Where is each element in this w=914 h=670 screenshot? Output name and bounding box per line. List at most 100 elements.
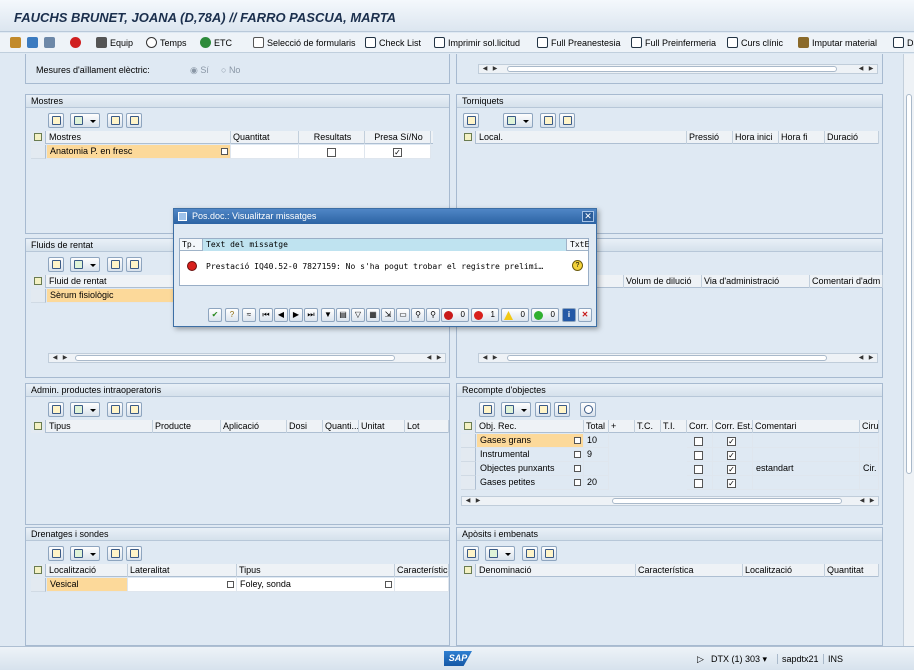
details-icon[interactable] — [463, 113, 479, 128]
main-vscroll[interactable] — [903, 54, 914, 646]
insert-row-icon[interactable] — [107, 546, 123, 561]
message-row[interactable]: Prestació IQ40.52-0 7827159: No s'ha pog… — [180, 259, 588, 273]
close-icon[interactable]: ✕ — [582, 211, 594, 222]
details-icon[interactable] — [48, 402, 64, 417]
stop-count-button[interactable]: 0 — [441, 308, 469, 322]
corr-checkbox[interactable] — [694, 437, 703, 446]
fluid-cell[interactable]: Sèrum fisiològic — [47, 289, 187, 303]
delete-row-icon[interactable] — [126, 113, 142, 128]
filter-icon[interactable]: ▼ — [321, 308, 335, 322]
etc-button[interactable]: ETC — [200, 35, 232, 51]
row-selector[interactable] — [461, 476, 476, 490]
corr-est-checkbox[interactable]: ✓ — [727, 451, 736, 460]
insert-row-icon[interactable] — [540, 113, 556, 128]
stop-icon[interactable] — [70, 35, 84, 51]
select-all-icon[interactable] — [461, 564, 476, 577]
value-help-icon[interactable] — [574, 465, 581, 472]
delete-row-icon[interactable] — [126, 402, 142, 417]
col-lot[interactable]: Lot — [405, 420, 449, 433]
filter-set-icon[interactable]: ▽ — [351, 308, 365, 322]
select-all-icon[interactable] — [31, 131, 46, 144]
comentari-cell[interactable]: estandart — [753, 462, 860, 476]
col-via[interactable]: Via d'administració — [702, 275, 810, 288]
check-icon[interactable]: ✔ — [208, 308, 222, 322]
total-cell[interactable]: 20 — [584, 476, 609, 490]
tipus-cell[interactable]: Foley, sonda — [237, 578, 395, 592]
col-comentari-adm[interactable]: Comentari d'adm — [810, 275, 883, 288]
technical-info-icon[interactable]: ≈ — [242, 308, 256, 322]
full-preinfermeria-button[interactable]: Full Preinfermeria — [631, 35, 716, 51]
delete-row-icon[interactable] — [541, 546, 557, 561]
col-quantitat[interactable]: Quanti... — [323, 420, 359, 433]
fluids-hscroll[interactable]: ◀ ▶ ◀ ▶ — [48, 353, 446, 363]
row-selector[interactable] — [31, 145, 46, 159]
insert-row-icon[interactable] — [522, 546, 538, 561]
col-tc[interactable]: T.C. — [635, 420, 661, 433]
details-icon[interactable] — [479, 402, 495, 417]
select-all-icon[interactable] — [461, 420, 476, 433]
col-caracteristica[interactable]: Característica — [395, 564, 449, 577]
imprimir-button[interactable]: Imprimir sol.licitud — [434, 35, 520, 51]
total-cell[interactable]: 9 — [584, 448, 609, 462]
system-info[interactable]: DTX (1) 303 ▾ — [711, 654, 767, 665]
caracteristica-cell[interactable] — [395, 578, 449, 592]
corr-est-checkbox[interactable]: ✓ — [727, 465, 736, 474]
col-text[interactable]: Text del missatge — [202, 239, 567, 251]
corr-est-checkbox[interactable]: ✓ — [727, 479, 736, 488]
delete-row-icon[interactable] — [559, 113, 575, 128]
col-ti[interactable]: T.I. — [661, 420, 687, 433]
corr-checkbox[interactable] — [694, 465, 703, 474]
radio-no[interactable]: ○ No — [221, 65, 240, 75]
obj-rec-cell[interactable]: Gases grans — [477, 434, 584, 448]
info-icon[interactable]: i — [562, 308, 576, 322]
input-mode[interactable]: INS — [823, 654, 843, 664]
first-page-icon[interactable]: ⏮ — [259, 308, 273, 322]
insert-row-icon[interactable] — [107, 113, 123, 128]
equip-button[interactable]: Equip — [96, 35, 133, 51]
col-unitat[interactable]: Unitat — [359, 420, 405, 433]
insert-row-icon[interactable] — [107, 402, 123, 417]
value-help-icon[interactable] — [227, 581, 234, 588]
value-help-icon[interactable] — [385, 581, 392, 588]
col-quantitat[interactable]: Quantitat — [231, 131, 299, 144]
col-plus[interactable]: + — [609, 420, 635, 433]
success-count-button[interactable]: 0 — [531, 308, 559, 322]
seleccio-formularis-button[interactable]: Selecció de formularis — [253, 35, 356, 51]
col-volum[interactable]: Volum de dilució — [624, 275, 702, 288]
insert-row-icon[interactable] — [535, 402, 551, 417]
col-comentari[interactable]: Comentari — [753, 420, 860, 433]
obj-rec-cell[interactable]: Gases petites — [477, 476, 584, 490]
details-icon[interactable] — [463, 546, 479, 561]
delete-row-icon[interactable] — [126, 546, 142, 561]
col-tipus[interactable]: Tipus — [237, 564, 395, 577]
col-corr-est[interactable]: Corr. Est. — [713, 420, 753, 433]
presa-checkbox[interactable]: ✓ — [393, 148, 402, 157]
col-tipus[interactable]: Tipus — [47, 420, 153, 433]
col-local[interactable]: Local. — [477, 131, 687, 144]
help-icon[interactable]: ? — [572, 260, 583, 271]
value-help-icon[interactable] — [574, 451, 581, 458]
col-producte[interactable]: Producte — [153, 420, 221, 433]
ciru-cell[interactable] — [860, 476, 879, 490]
cancel-icon[interactable]: ✕ — [578, 308, 592, 322]
obj-rec-cell[interactable]: Objectes punxants — [477, 462, 584, 476]
total-cell[interactable]: 10 — [584, 434, 609, 448]
curs-clinic-button[interactable]: Curs clínic — [727, 35, 783, 51]
recompte-hscroll[interactable]: ◀ ▶ ◀ ▶ — [461, 496, 879, 506]
select-all-icon[interactable] — [31, 564, 46, 577]
ciru-cell[interactable]: Cir. — [860, 462, 879, 476]
row-selector[interactable] — [461, 434, 476, 448]
col-total[interactable]: Total — [584, 420, 609, 433]
top-right-hscroll[interactable]: ◀ ▶ ◀ ▶ — [478, 64, 878, 74]
resultats-checkbox[interactable] — [327, 148, 336, 157]
col-corr[interactable]: Corr. — [687, 420, 713, 433]
row-selector[interactable] — [31, 289, 46, 303]
corr-checkbox[interactable] — [694, 479, 703, 488]
pencil-icon[interactable] — [10, 35, 24, 51]
col-pressio[interactable]: Pressió — [687, 131, 733, 144]
play-icon[interactable]: ▷ — [697, 654, 704, 665]
col-presa[interactable]: Presa Sí/No — [365, 131, 431, 144]
check-list-button[interactable]: Check List — [365, 35, 421, 51]
layout-icon[interactable]: ▦ — [366, 308, 380, 322]
details-icon[interactable] — [48, 546, 64, 561]
